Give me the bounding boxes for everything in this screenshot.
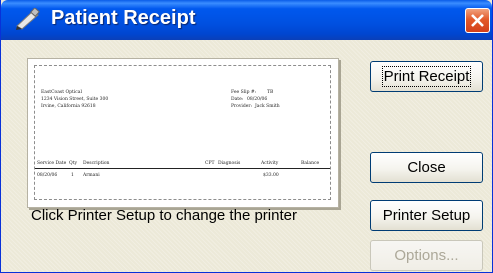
practice-name: EastCoast Optical <box>41 90 82 95</box>
close-icon <box>471 14 484 27</box>
fee-slip-label: Fee Slip #: <box>231 90 257 95</box>
printer-hint-text: Click Printer Setup to change the printe… <box>31 207 297 224</box>
column-header: Description <box>83 161 110 166</box>
practice-address: 1234 Vision Street, Suite 300 <box>41 97 109 102</box>
print-receipt-label: Print Receipt <box>381 66 472 87</box>
options-button[interactable]: Options... <box>370 240 483 271</box>
pencil-icon <box>15 7 41 30</box>
printer-setup-label: Printer Setup <box>382 207 471 224</box>
receipt-preview: EastCoast Optical 1234 Vision Street, Su… <box>27 58 339 208</box>
date-value: 08/20/06 <box>247 97 268 102</box>
column-header: Balance <box>301 161 320 166</box>
practice-city: Irvine, California 92618 <box>41 104 96 109</box>
date-label: Date: <box>231 97 244 102</box>
provider-label: Provider: <box>231 104 253 109</box>
close-window-button[interactable] <box>465 8 490 33</box>
close-label: Close <box>407 159 446 176</box>
column-header: Diagnosis <box>218 161 241 166</box>
row-description: Armani <box>83 173 100 178</box>
fee-slip-value: TB <box>267 90 274 95</box>
provider-value: Jack Smith <box>255 104 280 109</box>
close-button[interactable]: Close <box>370 152 483 183</box>
printer-setup-button[interactable]: Printer Setup <box>370 200 483 231</box>
options-label: Options... <box>394 247 459 264</box>
dialog-body: EastCoast Optical 1234 Vision Street, Su… <box>1 40 492 272</box>
receipt-page: EastCoast Optical 1234 Vision Street, Su… <box>34 65 331 200</box>
print-receipt-button[interactable]: Print Receipt <box>370 61 483 92</box>
header-divider <box>35 168 330 169</box>
row-qty: 1 <box>71 173 74 178</box>
column-header: Activity <box>261 161 279 166</box>
row-service-date: 08/20/06 <box>37 173 58 178</box>
title-bar[interactable]: Patient Receipt <box>1 0 492 40</box>
column-header: CPT <box>205 161 215 166</box>
column-header: Qty <box>69 161 78 166</box>
window-title: Patient Receipt <box>51 7 196 29</box>
row-activity: $33.00 <box>263 173 279 178</box>
patient-receipt-dialog: Patient Receipt EastCoast Optical 1234 V… <box>0 0 493 273</box>
column-header: Service Date <box>37 161 67 166</box>
